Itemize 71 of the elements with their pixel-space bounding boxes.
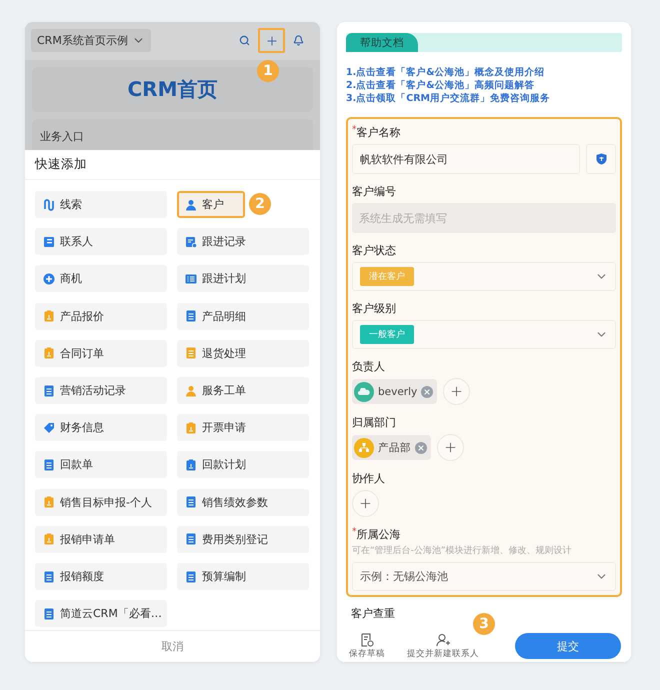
step-marker: 1 (257, 60, 279, 82)
field-label: 客户状态 (352, 243, 396, 258)
app-switcher[interactable]: CRM系统首页示例 (31, 29, 151, 52)
field-hint: 可在“管理后台-公海池”模块进行新增、修改、规则设计 (352, 544, 573, 557)
step-marker: 3 (473, 613, 495, 635)
quick-add-item[interactable]: 开票申请 (177, 414, 309, 442)
help-link[interactable]: 2.点击查看「客户&公海池」高频问题解答 (346, 79, 622, 92)
cancel-button[interactable]: 取消 (156, 638, 190, 655)
remove-icon[interactable] (421, 386, 434, 398)
quick-add-item[interactable]: 预算编制 (177, 563, 309, 590)
quick-add-item[interactable]: 合同订单 (35, 340, 167, 367)
quick-add-item[interactable]: 跟进计划 (177, 265, 309, 292)
avatar-icon (354, 382, 374, 402)
add-button[interactable] (258, 28, 285, 54)
field-label: 所属公海 (356, 527, 400, 542)
step-marker: 2 (249, 193, 271, 215)
sheet-title: 快速添加 (25, 150, 320, 180)
required-mark: * (352, 527, 356, 537)
field-label: 客户名称 (356, 125, 400, 140)
quick-add-item[interactable]: 产品报价 (35, 302, 167, 330)
quick-add-item[interactable]: 退货处理 (177, 340, 309, 367)
add-user-icon (436, 632, 450, 646)
plus-icon (358, 496, 373, 511)
document-icon (360, 632, 374, 646)
person-chip[interactable]: 产品部 (352, 435, 431, 460)
quick-add-item[interactable]: 跟进记录 (177, 228, 309, 256)
banner-title: CRM首页 (128, 76, 218, 103)
quick-add-item[interactable]: 销售目标申报-个人 (35, 488, 167, 516)
quick-add-item[interactable]: 回款单 (35, 451, 167, 478)
quick-add-item[interactable]: 销售绩效参数 (177, 488, 309, 516)
quick-add-item[interactable]: 简道云CRM「必看… (35, 600, 167, 628)
field-label: 客户查重 (351, 607, 395, 620)
quick-add-item[interactable]: 回款计划 (177, 451, 309, 478)
quick-add-item[interactable]: 产品明细 (177, 302, 309, 330)
quick-add-item[interactable]: 费用类别登记 (177, 526, 309, 553)
quick-add-item[interactable]: 线索 (35, 191, 167, 218)
text-field[interactable]: 系统生成无需填写 (352, 203, 616, 233)
field-label: 归属部门 (352, 415, 396, 430)
submit-button[interactable]: 提交 (515, 633, 621, 659)
text-field[interactable]: 帆软软件有限公司 (352, 144, 580, 174)
bell-icon[interactable] (293, 35, 304, 46)
status-tag: 一般客户 (360, 325, 414, 344)
quick-add-item[interactable]: 服务工单 (177, 377, 309, 404)
quick-add-item[interactable]: 财务信息 (35, 414, 167, 442)
submit-and-new-button[interactable]: 提交并新建联系人 (407, 632, 479, 660)
shield-icon (596, 153, 606, 165)
field-label: 客户编号 (352, 184, 396, 199)
field-label: 客户级别 (352, 301, 396, 316)
help-link[interactable]: 1.点击查看「客户&公海池」概念及使用介绍 (346, 66, 622, 79)
org-avatar-icon (354, 438, 374, 458)
plus-icon (443, 440, 458, 455)
field-label: 协作人 (352, 471, 385, 486)
help-link[interactable]: 3.点击领取「CRM用户交流群」免费咨询服务 (346, 92, 622, 105)
section-title: 业务入口 (40, 130, 84, 143)
quick-add-item[interactable]: 客户 (177, 191, 245, 218)
person-chip[interactable]: beverly (352, 379, 438, 404)
quick-add-item[interactable]: 报销申请单 (35, 526, 167, 553)
search-icon[interactable] (239, 35, 250, 46)
field-label: 负责人 (352, 359, 385, 374)
save-draft-button[interactable]: 保存草稿 (349, 632, 385, 660)
quick-add-item[interactable]: 联系人 (35, 228, 167, 256)
remove-icon[interactable] (415, 442, 427, 454)
plus-icon (264, 34, 278, 48)
quick-add-item[interactable]: 报销额度 (35, 563, 167, 590)
shield-button[interactable] (586, 144, 616, 174)
required-mark: * (352, 125, 356, 135)
quick-add-item[interactable]: 营销活动记录 (35, 377, 167, 404)
quick-add-item[interactable]: 商机 (35, 265, 167, 292)
help-tab[interactable]: 帮助文档 (346, 33, 418, 52)
select-field[interactable]: 示例：无锡公海池 (352, 562, 616, 591)
status-tag: 潜在客户 (360, 267, 414, 286)
